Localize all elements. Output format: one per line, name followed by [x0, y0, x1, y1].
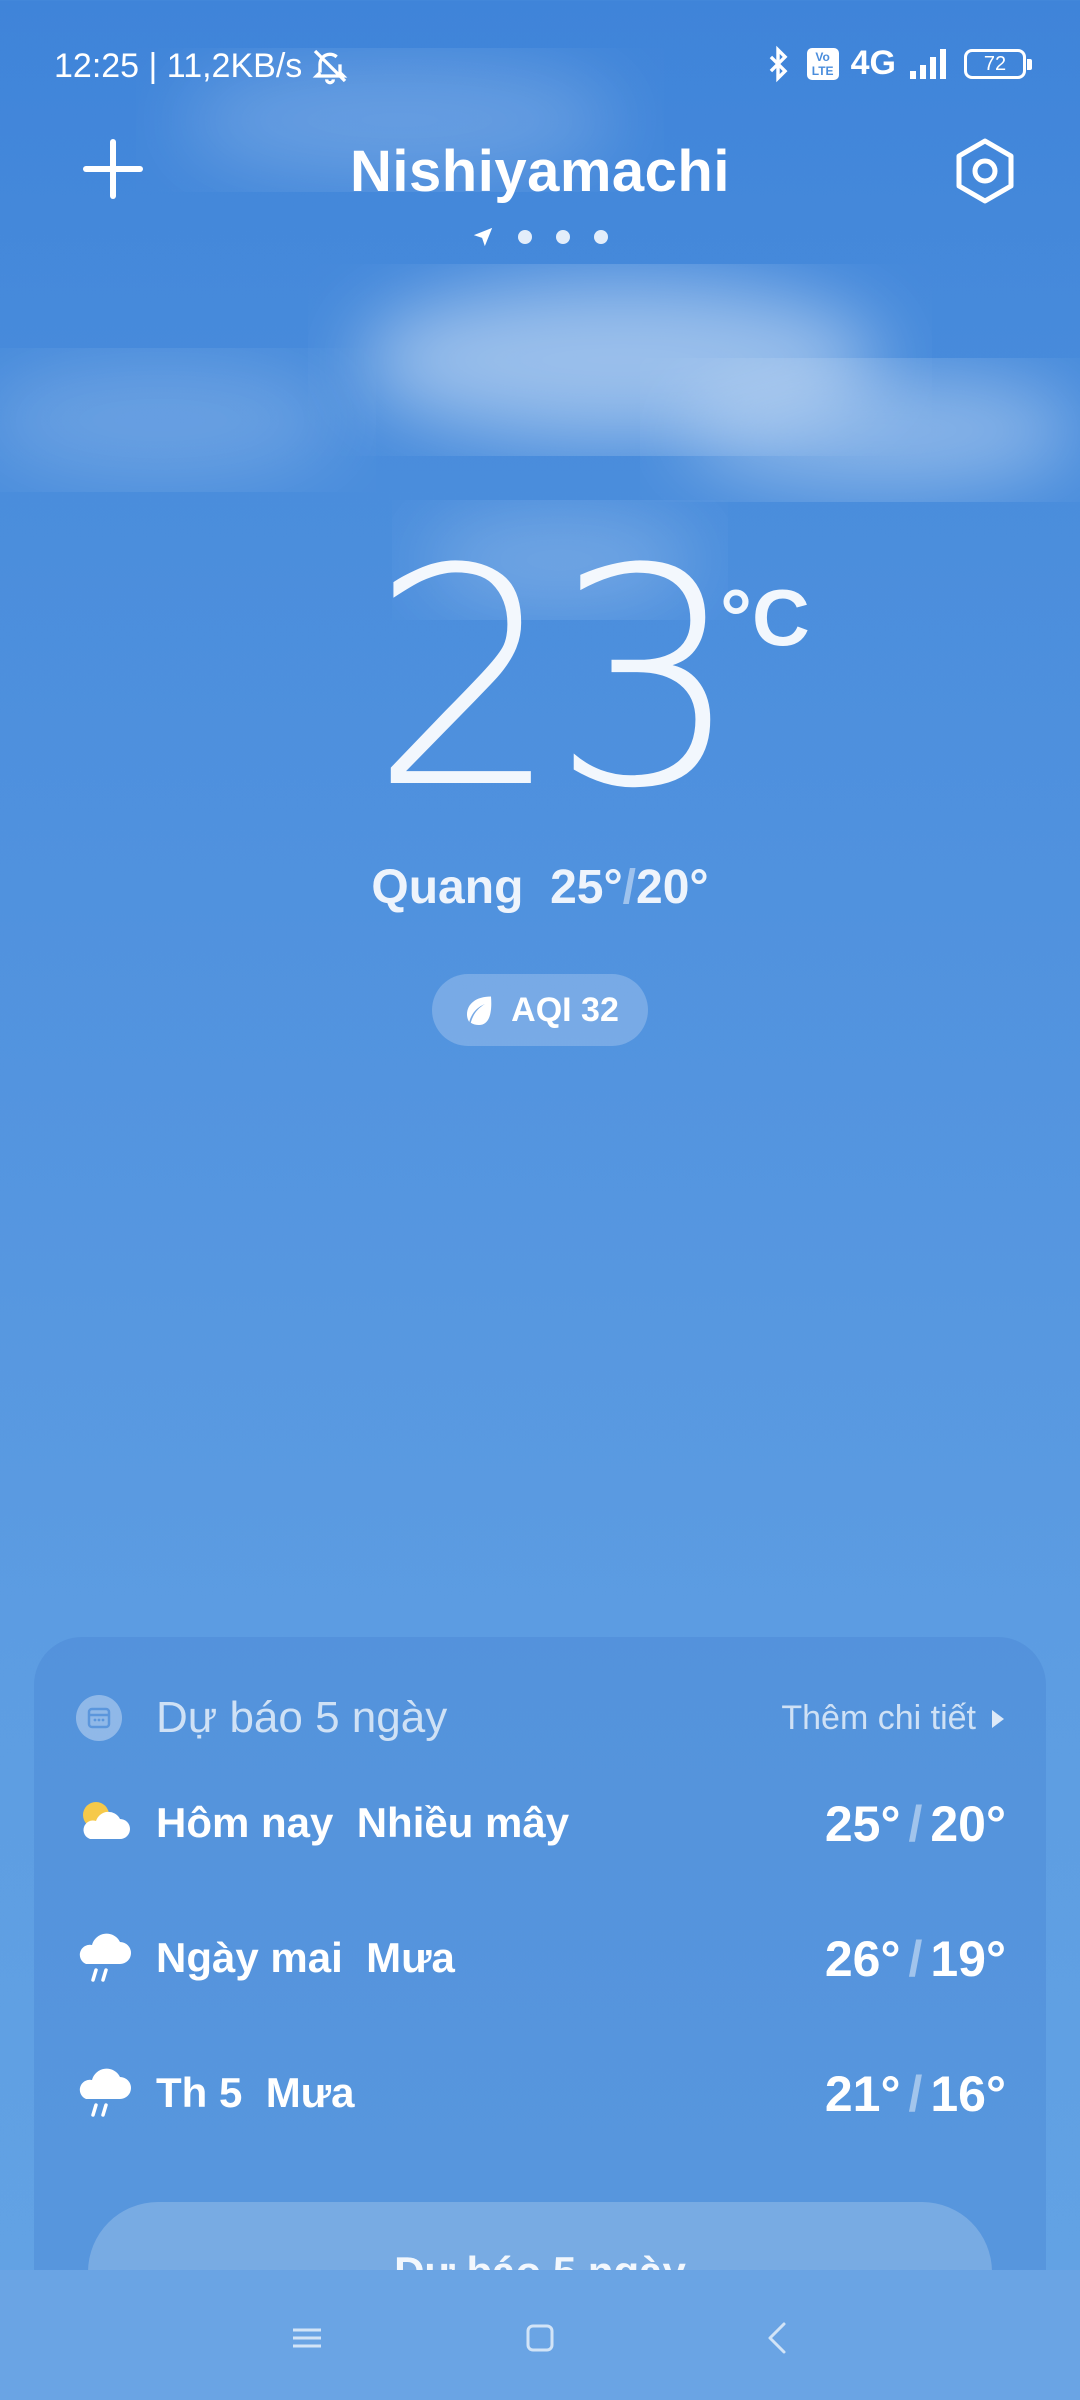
city-title: Nishiyamachi — [350, 139, 730, 204]
row-temps: 21°/16° — [825, 2065, 1006, 2123]
page-dot — [518, 230, 532, 244]
calendar-icon — [76, 1695, 122, 1741]
leaf-icon — [467, 996, 492, 1025]
status-left: 12:25 | 11,2KB/s — [54, 46, 350, 86]
day-condition: Mưa — [366, 1934, 455, 1981]
more-details-link[interactable]: Thêm chi tiết — [781, 1699, 1006, 1738]
low-temp: 20° — [636, 861, 709, 914]
rain-icon — [79, 2068, 131, 2117]
more-details-label: Thêm chi tiết — [781, 1699, 976, 1737]
page-indicator — [0, 226, 1080, 248]
high-temp: 25° — [550, 861, 623, 914]
row-low: 20° — [930, 1796, 1006, 1852]
day-name: Th 5 — [156, 2069, 243, 2116]
forecast-title: Dự báo 5 ngày — [156, 1693, 448, 1742]
condition-summary: Quang 25°/20° — [0, 860, 1080, 915]
status-bar: 12:25 | 11,2KB/s Vo LTE 4G 72 — [0, 0, 1080, 130]
row-day-label: Hôm nay Nhiều mây — [156, 1799, 569, 1847]
row-temps: 25°/20° — [825, 1795, 1006, 1853]
forecast-row[interactable]: Th 5 Mưa 21°/16° — [76, 2059, 1006, 2129]
aqi-label: AQI 32 — [511, 990, 619, 1029]
temp-separator: / — [908, 2066, 923, 2122]
status-time-speed: 12:25 | 11,2KB/s — [54, 46, 303, 85]
temp-separator: / — [622, 861, 636, 914]
row-high: 21° — [824, 2066, 901, 2122]
page-dot — [594, 230, 608, 244]
forecast-header: Dự báo 5 ngày Thêm chi tiết — [76, 1689, 1006, 1749]
temp-separator: / — [908, 1931, 923, 1987]
bell-muted-icon — [312, 49, 348, 85]
condition-text: Quang — [371, 861, 524, 914]
back-button[interactable] — [748, 2308, 808, 2368]
row-low: 16° — [930, 2066, 1006, 2122]
settings-button[interactable] — [952, 138, 1018, 204]
aqi-button[interactable]: AQI 32 — [432, 974, 648, 1046]
temperature-unit: °C — [720, 573, 810, 662]
row-day-label: Th 5 Mưa — [156, 2069, 354, 2117]
row-low: 19° — [930, 1931, 1006, 1987]
page-dot — [556, 230, 570, 244]
temp-separator: / — [908, 1796, 923, 1852]
temperature-value: 23 — [370, 505, 742, 854]
volte-icon: Vo LTE — [806, 47, 839, 80]
bluetooth-icon — [769, 45, 788, 82]
forecast-row[interactable]: Ngày mai Mưa 26°/19° — [76, 1924, 1006, 1994]
forecast-row[interactable]: Hôm nay Nhiều mây 25°/20° — [76, 1789, 1006, 1859]
battery-level: 72 — [983, 52, 1007, 75]
day-name: Ngày mai — [156, 1934, 343, 1981]
row-high: 25° — [824, 1796, 901, 1852]
home-button[interactable] — [510, 2308, 570, 2368]
day-name: Hôm nay — [156, 1799, 334, 1846]
menu-button[interactable] — [277, 2308, 337, 2368]
current-temperature: 23 °C — [0, 530, 1080, 830]
status-right: Vo LTE 4G 72 — [761, 44, 1032, 83]
signal-icon — [910, 48, 946, 79]
network-type: 4G — [850, 44, 896, 82]
row-temps: 26°/19° — [825, 1930, 1006, 1988]
location-arrow-icon — [473, 227, 493, 247]
partly-cloudy-icon — [83, 1802, 130, 1839]
battery-icon: 72 — [964, 48, 1032, 79]
day-condition: Nhiều mây — [356, 1799, 570, 1846]
day-condition: Mưa — [265, 2069, 355, 2116]
row-high: 26° — [824, 1931, 901, 1987]
rain-icon — [79, 1933, 131, 1982]
chevron-right-icon — [992, 1709, 1004, 1728]
navigation-bar — [0, 2270, 1080, 2400]
row-day-label: Ngày mai Mưa — [156, 1934, 455, 1982]
